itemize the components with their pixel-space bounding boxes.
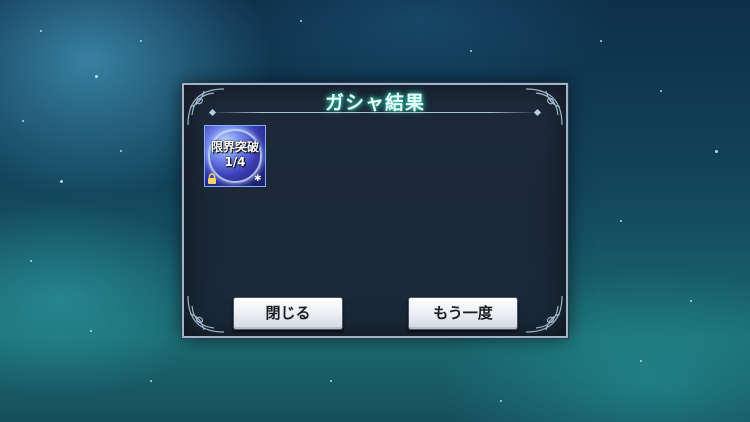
game-screen: ガシャ結果 限界突破 1/4 ✱ 閉じる もう一度 (0, 0, 750, 422)
result-item-card[interactable]: 限界突破 1/4 ✱ (204, 125, 266, 187)
snowflake-icon: ✱ (254, 174, 262, 184)
close-button[interactable]: 閉じる (233, 297, 343, 330)
dialog-title: ガシャ結果 (324, 92, 425, 114)
result-item-name: 限界突破 (210, 140, 259, 154)
result-item-count: 1/4 (224, 155, 246, 169)
draw-again-button[interactable]: もう一度 (408, 297, 518, 330)
lock-icon (208, 173, 216, 184)
title-divider (212, 112, 538, 113)
gacha-result-dialog: ガシャ結果 限界突破 1/4 ✱ 閉じる もう一度 (181, 82, 569, 339)
